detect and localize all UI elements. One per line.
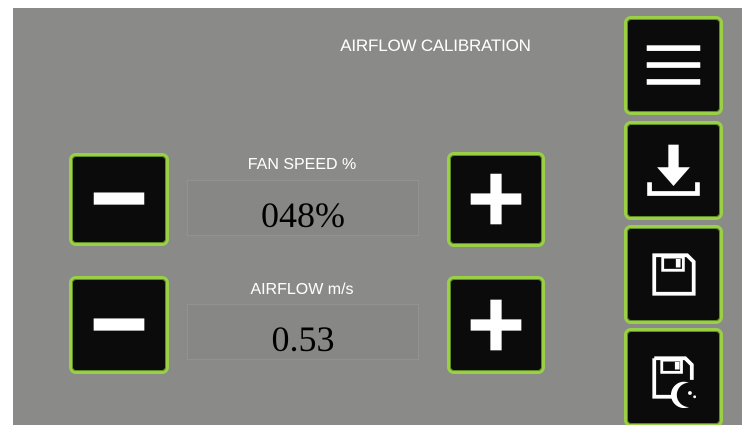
floppy-disk-moon-icon [652, 356, 697, 409]
save-night-button[interactable] [624, 328, 723, 425]
screen-title: AIRFLOW CALIBRATION [340, 36, 531, 55]
hamburger-menu-icon [646, 45, 701, 85]
calibration-screen: AIRFLOW CALIBRATION FAN SPEED % 048% AIR… [13, 8, 742, 425]
airflow-value: 0.53 [271, 319, 335, 359]
minus-icon [93, 318, 145, 331]
plus-icon [470, 299, 522, 351]
fan-speed-label: FAN SPEED % [247, 156, 357, 173]
airflow-label: AIRFLOW m/s [250, 281, 354, 298]
download-icon [647, 144, 700, 196]
fan-speed-value: 048% [261, 195, 345, 235]
download-button[interactable] [624, 121, 723, 220]
fan-speed-decrease-button[interactable] [69, 153, 169, 246]
floppy-disk-icon [652, 253, 696, 296]
airflow-increase-button[interactable] [447, 276, 545, 374]
fan-speed-increase-button[interactable] [447, 152, 545, 247]
save-button[interactable] [624, 225, 723, 324]
minus-icon [93, 192, 145, 205]
plus-icon [470, 173, 522, 225]
menu-button[interactable] [624, 16, 723, 115]
airflow-decrease-button[interactable] [69, 276, 169, 374]
